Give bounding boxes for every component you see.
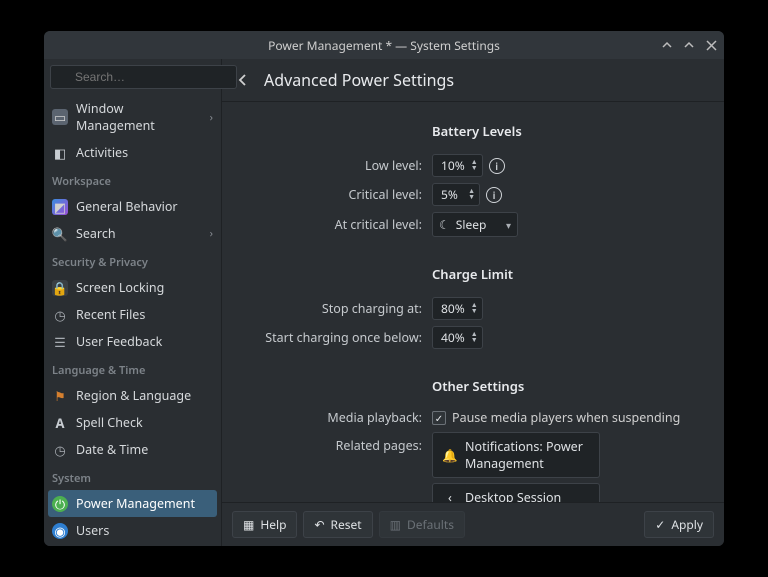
start-charging-spinbox[interactable]: 40% ▲▼ bbox=[432, 326, 483, 349]
clock-icon: ◷ bbox=[52, 307, 68, 323]
defaults-icon: ▥ bbox=[390, 516, 401, 533]
feedback-icon: ☰ bbox=[52, 334, 68, 350]
sidebar-item-spell-check[interactable]: A Spell Check bbox=[44, 409, 221, 436]
flag-icon: ⚑ bbox=[52, 388, 68, 404]
sidebar-item-power-management[interactable]: ⏻ Power Management bbox=[48, 490, 217, 517]
chevron-down-icon: ▾ bbox=[506, 218, 511, 232]
power-icon: ⏻ bbox=[52, 496, 68, 512]
content-area: Advanced Power Settings Battery Levels L… bbox=[222, 59, 724, 546]
sidebar-scroll[interactable]: ▭ Window Management › ◧ Activities Works… bbox=[44, 95, 221, 546]
related-pages-label: Related pages: bbox=[242, 432, 432, 454]
section-charge-limit: Charge Limit bbox=[432, 265, 704, 283]
spin-arrows-icon[interactable]: ▲▼ bbox=[471, 160, 478, 172]
footer: ▦ Help ↶ Reset ▥ Defaults ✓ Apply bbox=[222, 502, 724, 546]
spin-arrows-icon[interactable]: ▲▼ bbox=[468, 189, 475, 201]
spin-arrows-icon[interactable]: ▲▼ bbox=[471, 303, 478, 315]
sidebar-item-region-language[interactable]: ⚑ Region & Language bbox=[44, 382, 221, 409]
spin-arrows-icon[interactable]: ▲▼ bbox=[471, 332, 478, 344]
close-icon[interactable] bbox=[704, 38, 718, 52]
critical-level-label: Critical level: bbox=[242, 186, 432, 203]
apply-button[interactable]: ✓ Apply bbox=[644, 511, 714, 538]
behavior-icon: ◩ bbox=[52, 199, 68, 215]
help-icon: ▦ bbox=[243, 516, 254, 533]
user-icon: ◉ bbox=[52, 523, 68, 539]
sidebar-item-search[interactable]: 🔍 Search › bbox=[44, 220, 221, 247]
sidebar-item-users[interactable]: ◉ Users bbox=[44, 517, 221, 544]
section-battery-levels: Battery Levels bbox=[432, 122, 704, 140]
page-title: Advanced Power Settings bbox=[264, 69, 454, 91]
window-title: Power Management * — System Settings bbox=[268, 37, 500, 54]
group-system: System bbox=[44, 463, 221, 490]
titlebar: Power Management * — System Settings bbox=[44, 31, 724, 59]
media-playback-label: Media playback: bbox=[242, 409, 432, 426]
spell-icon: A bbox=[52, 415, 68, 431]
sleep-icon: ☾ bbox=[439, 216, 450, 233]
low-level-spinbox[interactable]: 10% ▲▼ bbox=[432, 154, 483, 177]
section-other-settings: Other Settings bbox=[432, 377, 704, 395]
sidebar-item-autostart[interactable]: ▣ Autostart bbox=[44, 544, 221, 546]
info-icon[interactable]: i bbox=[489, 158, 505, 174]
undo-icon: ↶ bbox=[314, 516, 324, 533]
help-button[interactable]: ▦ Help bbox=[232, 511, 297, 538]
stop-charging-spinbox[interactable]: 80% ▲▼ bbox=[432, 297, 483, 320]
settings-window: Power Management * — System Settings bbox=[44, 31, 724, 546]
window-icon: ▭ bbox=[52, 109, 68, 125]
clock-icon: ◷ bbox=[52, 442, 68, 458]
minimize-icon[interactable] bbox=[660, 38, 674, 52]
group-security: Security & Privacy bbox=[44, 247, 221, 274]
search-cat-icon: 🔍 bbox=[52, 226, 68, 242]
sidebar-item-window-management[interactable]: ▭ Window Management › bbox=[44, 95, 221, 139]
related-desktop-session-button[interactable]: ‹ Desktop Session bbox=[432, 483, 600, 502]
critical-level-spinbox[interactable]: 5% ▲▼ bbox=[432, 183, 480, 206]
chevron-right-icon: › bbox=[210, 110, 213, 125]
at-critical-label: At critical level: bbox=[242, 216, 432, 233]
maximize-icon[interactable] bbox=[682, 38, 696, 52]
chevron-right-icon: › bbox=[210, 226, 213, 241]
sidebar-item-general-behavior[interactable]: ◩ General Behavior bbox=[44, 193, 221, 220]
low-level-label: Low level: bbox=[242, 157, 432, 174]
sidebar: ▭ Window Management › ◧ Activities Works… bbox=[44, 59, 222, 546]
lock-icon: 🔒 bbox=[52, 280, 68, 296]
search-input[interactable] bbox=[50, 65, 237, 89]
reset-button[interactable]: ↶ Reset bbox=[303, 511, 372, 538]
info-icon[interactable]: i bbox=[486, 187, 502, 203]
activities-icon: ◧ bbox=[52, 145, 68, 161]
group-lang: Language & Time bbox=[44, 355, 221, 382]
defaults-button: ▥ Defaults bbox=[379, 511, 465, 538]
sidebar-item-screen-locking[interactable]: 🔒 Screen Locking bbox=[44, 274, 221, 301]
group-workspace: Workspace bbox=[44, 166, 221, 193]
bell-icon: 🔔 bbox=[443, 447, 457, 464]
at-critical-combo[interactable]: ☾ Sleep ▾ bbox=[432, 212, 518, 237]
check-icon: ✓ bbox=[655, 516, 665, 533]
sidebar-item-recent-files[interactable]: ◷ Recent Files bbox=[44, 301, 221, 328]
sidebar-item-activities[interactable]: ◧ Activities bbox=[44, 139, 221, 166]
sidebar-item-date-time[interactable]: ◷ Date & Time bbox=[44, 436, 221, 463]
stop-charging-label: Stop charging at: bbox=[242, 300, 432, 317]
chevron-left-icon: ‹ bbox=[443, 489, 457, 502]
media-playback-text: Pause media players when suspending bbox=[452, 409, 680, 426]
media-playback-checkbox[interactable]: ✓ bbox=[432, 411, 446, 425]
related-notifications-button[interactable]: 🔔 Notifications: Power Management bbox=[432, 432, 600, 478]
start-charging-label: Start charging once below: bbox=[242, 329, 432, 346]
sidebar-item-user-feedback[interactable]: ☰ User Feedback bbox=[44, 328, 221, 355]
